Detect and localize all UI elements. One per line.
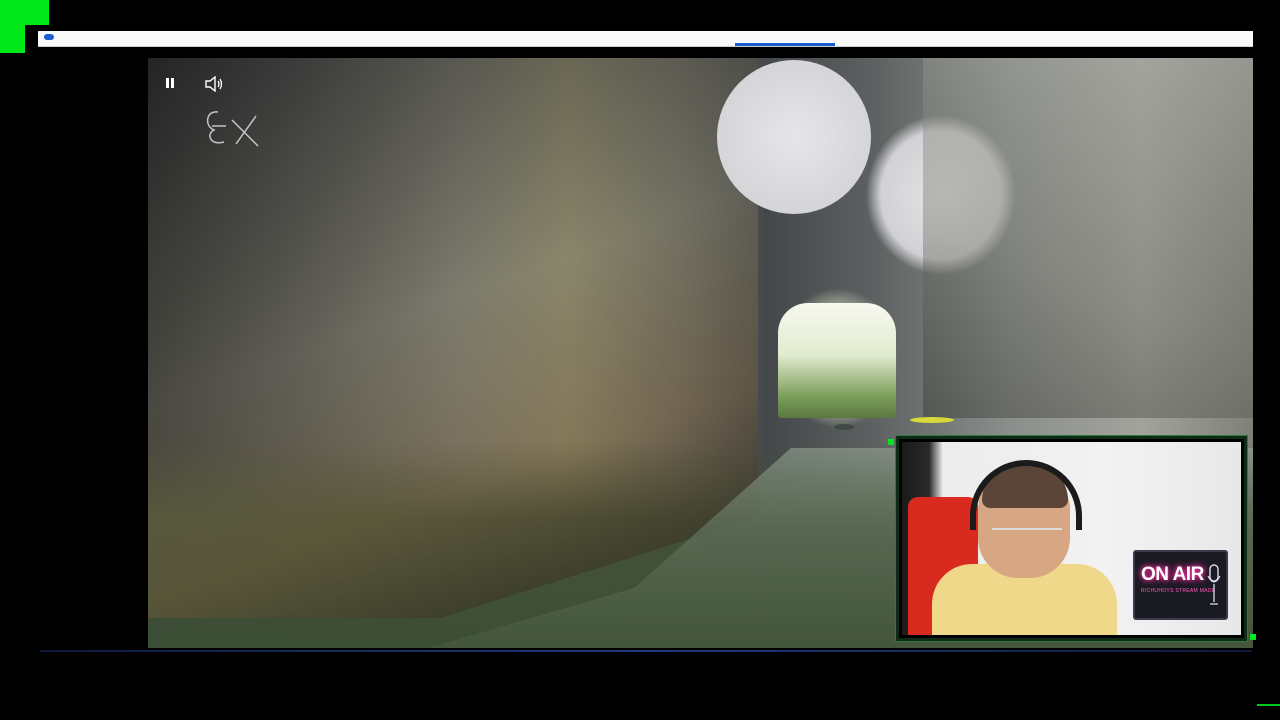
cave-wall-right <box>923 58 1253 418</box>
bottom-progress-line <box>40 650 1252 652</box>
webcam-overlay: ON AIR RICHUHOYS STREAM MADE <box>895 435 1248 642</box>
tunnel-opening <box>778 303 896 418</box>
webcam-corner-marker <box>1250 634 1256 640</box>
kayak <box>910 417 954 423</box>
microphone-icon <box>1207 564 1221 605</box>
pause-icon[interactable] <box>166 78 176 88</box>
headset-icon <box>970 460 1082 530</box>
stream-corner-tag <box>0 0 49 25</box>
watermark-logo-icon <box>206 111 259 147</box>
corner-accent-line <box>1257 704 1280 706</box>
webcam-corner-marker <box>888 439 894 445</box>
on-air-title: ON AIR <box>1141 564 1204 585</box>
light-orb <box>717 60 871 214</box>
top-bar-accent <box>735 43 835 46</box>
on-air-sign: ON AIR RICHUHOYS STREAM MADE <box>1133 550 1228 620</box>
top-bar-marker <box>44 34 54 40</box>
stream-corner-tag-tail <box>0 25 25 53</box>
on-air-subtitle: RICHUHOYS STREAM MADE <box>1141 588 1216 594</box>
kayak <box>834 424 854 430</box>
top-progress-bar <box>38 31 1253 47</box>
webcam-feed: ON AIR RICHUHOYS STREAM MADE <box>902 442 1241 635</box>
glasses <box>992 528 1062 544</box>
volume-icon[interactable] <box>204 76 224 92</box>
